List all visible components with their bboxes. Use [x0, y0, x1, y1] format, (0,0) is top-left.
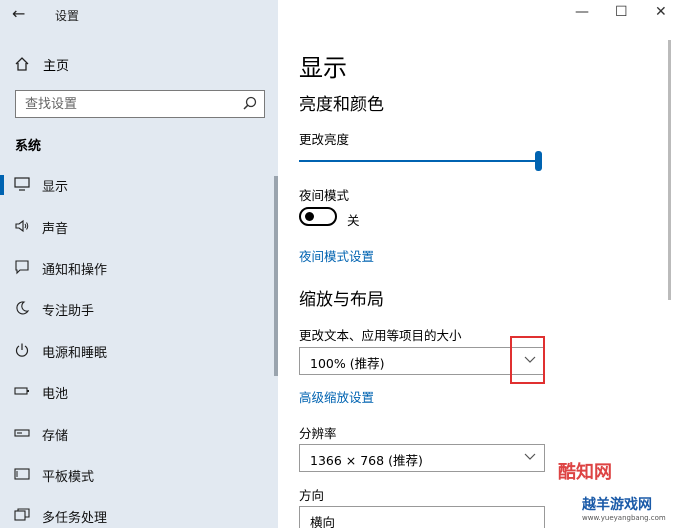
sidebar-item-label: 主页: [43, 59, 70, 74]
sidebar-item-label: 平板模式: [42, 470, 95, 485]
orientation-value: 横向: [310, 515, 336, 528]
scale-label: 更改文本、应用等项目的大小: [299, 328, 462, 343]
brightness-slider-track[interactable]: [299, 160, 539, 162]
notification-icon: [15, 260, 29, 275]
scale-dropdown[interactable]: 100% (推荐): [299, 347, 545, 375]
sidebar-item-sound[interactable]: 声音: [0, 210, 274, 244]
brightness-slider-thumb[interactable]: [535, 151, 542, 171]
watermark-text: 酷知网: [558, 462, 612, 483]
night-mode-state: 关: [347, 213, 360, 228]
advanced-scaling-link[interactable]: 高级缩放设置: [299, 387, 374, 406]
sidebar-item-battery[interactable]: 电池: [0, 375, 274, 409]
sidebar-item-home[interactable]: 主页: [0, 52, 278, 76]
sidebar-item-label: 电池: [42, 387, 69, 402]
watermark: 酷知网 越羊游戏网 www.yueyangbang.com: [520, 448, 682, 528]
home-icon: [15, 57, 29, 71]
highlight-box: [510, 336, 545, 384]
search-icon[interactable]: [243, 96, 257, 110]
active-indicator: [0, 175, 4, 195]
maximize-button[interactable]: ☐: [615, 4, 628, 20]
sidebar-item-label: 专注助手: [42, 304, 95, 319]
sidebar-item-display[interactable]: 显示: [0, 168, 274, 202]
night-mode-toggle[interactable]: [299, 207, 337, 226]
search-box[interactable]: [15, 90, 265, 118]
orientation-label: 方向: [299, 488, 325, 503]
sidebar-item-label: 显示: [42, 180, 69, 195]
moon-icon: [16, 301, 30, 315]
watermark-text: 越羊游戏网: [582, 497, 652, 513]
watermark-url: www.yueyangbang.com: [582, 514, 666, 522]
window-title: 设置: [55, 9, 80, 23]
close-button[interactable]: ✕: [655, 4, 667, 20]
sidebar-item-label: 存储: [42, 429, 69, 444]
resolution-dropdown[interactable]: 1366 × 768 (推荐): [299, 444, 545, 472]
title-bar: ← 设置: [0, 0, 278, 30]
sidebar-item-label: 通知和操作: [42, 263, 108, 278]
sidebar-item-storage[interactable]: 存储: [0, 417, 274, 451]
content-scrollbar[interactable]: [668, 40, 671, 300]
sidebar-item-label: 电源和睡眠: [42, 346, 108, 361]
resolution-value: 1366 × 768 (推荐): [310, 453, 423, 468]
power-icon: [15, 343, 29, 357]
storage-icon: [14, 429, 30, 437]
section-heading-brightness: 亮度和颜色: [299, 95, 384, 115]
battery-icon: [14, 387, 29, 395]
minimize-button[interactable]: —: [575, 4, 589, 20]
monitor-icon: [14, 177, 30, 191]
sidebar: ← 设置 主页 系统 显示 声音 通知和操作: [0, 0, 278, 528]
night-mode-settings-link[interactable]: 夜间模式设置: [299, 246, 374, 265]
multitask-icon: [14, 508, 30, 521]
back-arrow-icon[interactable]: ←: [12, 4, 25, 23]
search-input[interactable]: [16, 91, 231, 117]
speaker-icon: [15, 219, 29, 233]
section-heading-scale: 缩放与布局: [299, 290, 384, 310]
night-mode-label: 夜间模式: [299, 188, 350, 203]
section-heading: 系统: [15, 139, 42, 154]
page-title: 显示: [299, 54, 347, 82]
scale-value: 100% (推荐): [310, 356, 385, 371]
orientation-dropdown[interactable]: 横向: [299, 506, 545, 528]
sidebar-item-power-sleep[interactable]: 电源和睡眠: [0, 334, 274, 368]
tablet-icon: [14, 468, 30, 480]
resolution-label: 分辨率: [299, 426, 337, 441]
brightness-label: 更改亮度: [299, 132, 350, 147]
sidebar-item-multitasking[interactable]: 多任务处理: [0, 499, 274, 528]
sidebar-item-tablet-mode[interactable]: 平板模式: [0, 458, 274, 492]
toggle-knob: [305, 212, 314, 221]
sidebar-item-label: 多任务处理: [42, 511, 108, 526]
sidebar-item-notifications[interactable]: 通知和操作: [0, 251, 274, 285]
sidebar-item-label: 声音: [42, 222, 69, 237]
sidebar-item-focus-assist[interactable]: 专注助手: [0, 292, 274, 326]
